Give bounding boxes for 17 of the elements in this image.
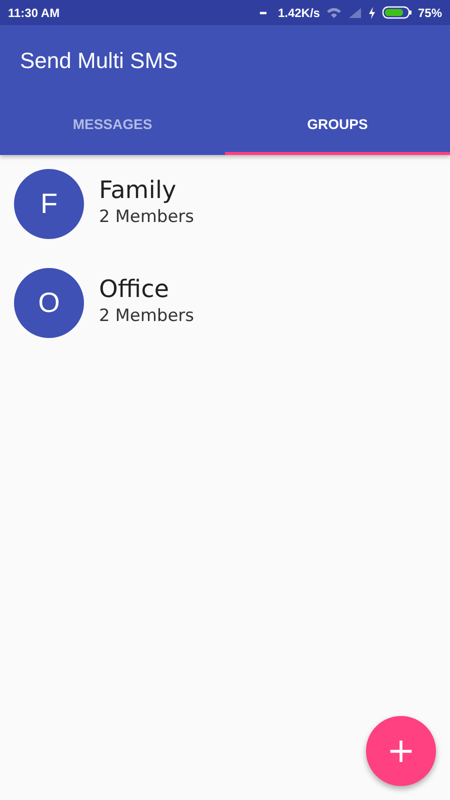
group-avatar[interactable]: F [14,169,84,239]
tab[interactable]: GROUPS [225,82,450,155]
member-count: 2 Members [99,306,194,326]
battery-icon [382,6,412,19]
notification-dots: ••• [259,8,266,18]
status-time: 11:30 AM [8,6,60,20]
charging-icon [368,6,376,18]
battery-percent: 75% [418,6,442,20]
tab[interactable]: MESSAGES [0,82,225,155]
app-title: Send Multi SMS [19,47,178,75]
group-name[interactable]: Office [99,274,194,304]
group-avatar[interactable]: O [14,268,84,338]
wifi-icon [326,6,342,18]
signal-icon [348,6,362,18]
group-name[interactable]: Family [99,175,194,205]
member-count: 2 Members [99,207,194,227]
network-speed: 1.42K/s [278,6,320,20]
